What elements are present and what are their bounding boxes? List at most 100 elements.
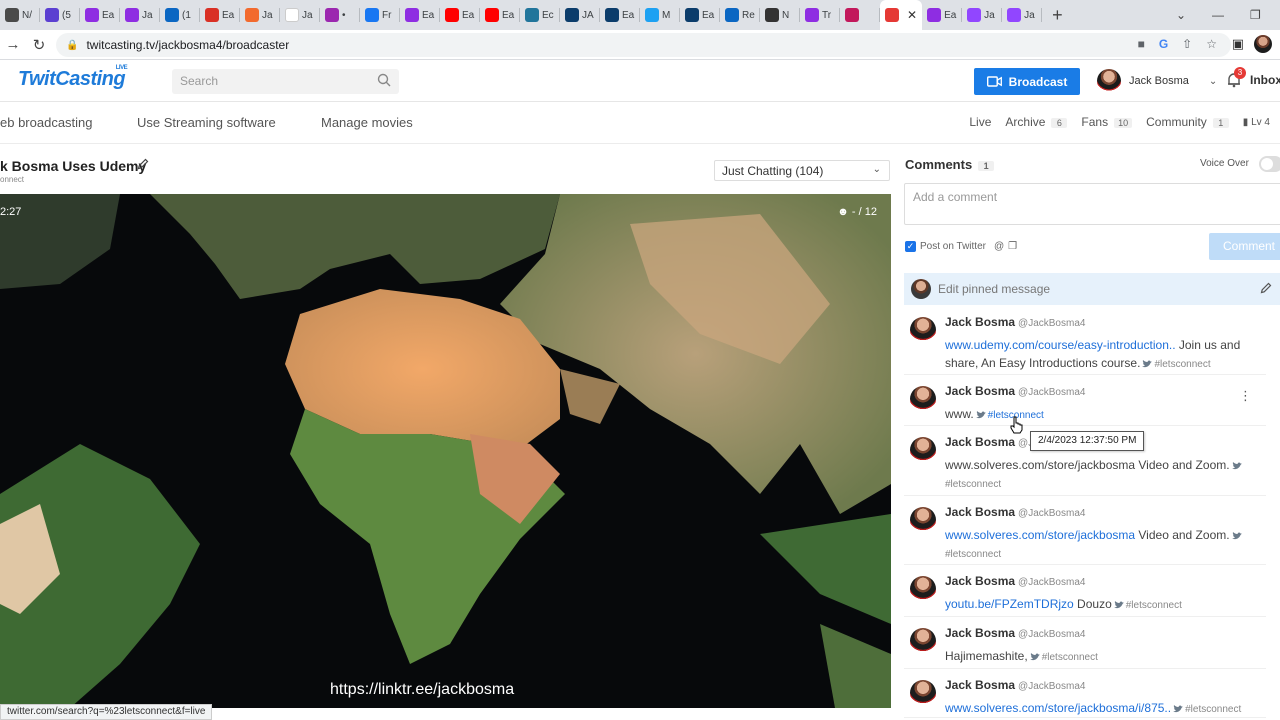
browser-tab[interactable]: Re: [720, 0, 760, 30]
search-icon[interactable]: [377, 73, 391, 87]
comment-hashtag[interactable]: #letsconnect: [945, 549, 1001, 560]
browser-tab[interactable]: Ea: [200, 0, 240, 30]
pinned-message-bar[interactable]: Edit pinned message: [904, 273, 1280, 305]
browser-tab[interactable]: (1: [160, 0, 200, 30]
profile-avatar[interactable]: [1254, 35, 1272, 53]
comment-avatar[interactable]: [910, 507, 936, 533]
comment-author[interactable]: Jack Bosma @JackBosma4: [945, 315, 1085, 329]
side-panel-icon[interactable]: ▣: [1232, 36, 1244, 52]
comment-input[interactable]: Add a comment: [904, 183, 1280, 225]
comment-avatar[interactable]: [910, 680, 936, 706]
browser-tab[interactable]: (5: [40, 0, 80, 30]
comment-avatar[interactable]: [910, 576, 936, 602]
inbox-link[interactable]: Inbox: [1250, 73, 1280, 87]
browser-tab[interactable]: Ea: [400, 0, 440, 30]
site-header: TwitCasting LIVE Search Broadcast Jack B…: [0, 60, 1280, 102]
browser-tab[interactable]: Ja: [1002, 0, 1043, 30]
voice-over-toggle[interactable]: [1259, 156, 1280, 172]
minimize-window-button[interactable]: —: [1212, 0, 1224, 30]
tab-label: •: [342, 9, 346, 21]
post-on-twitter-row[interactable]: ✓ Post on Twitter @ ❐: [905, 241, 1017, 252]
comment-avatar[interactable]: [910, 317, 936, 343]
browser-tab[interactable]: Ja: [962, 0, 1003, 30]
broadcast-button[interactable]: Broadcast: [974, 68, 1080, 95]
browser-tab[interactable]: •: [320, 0, 360, 30]
comment-avatar[interactable]: [910, 437, 936, 463]
video-overlay-url: https://linktr.ee/jackbosma: [330, 681, 515, 698]
browser-tab[interactable]: N: [760, 0, 800, 30]
browser-tab[interactable]: ✕: [880, 0, 923, 30]
browser-tab[interactable]: Ea: [480, 0, 520, 30]
comment-author[interactable]: Jack Bosma @Ja: [945, 435, 1039, 449]
reload-icon[interactable]: ↻: [26, 36, 52, 54]
browser-tab[interactable]: JA: [560, 0, 600, 30]
comment-hashtag[interactable]: #letsconnect: [945, 479, 1001, 490]
post-on-twitter-checkbox[interactable]: ✓: [905, 241, 916, 252]
comment-author[interactable]: Jack Bosma @JackBosma4: [945, 678, 1085, 692]
browser-tab[interactable]: M: [640, 0, 680, 30]
comment-author[interactable]: Jack Bosma @JackBosma4: [945, 626, 1085, 640]
tab-manage-movies[interactable]: Manage movies: [321, 115, 413, 130]
browser-tab[interactable]: Tr: [800, 0, 840, 30]
twitcasting-logo[interactable]: TwitCasting LIVE: [18, 65, 128, 91]
browser-tab[interactable]: N/: [0, 0, 40, 30]
search-input[interactable]: Search: [172, 69, 399, 94]
share-icon[interactable]: ⇧: [1182, 37, 1192, 51]
browser-tab[interactable]: Ea: [440, 0, 480, 30]
tab-label: JA: [582, 9, 594, 21]
comment-author[interactable]: Jack Bosma @JackBosma4: [945, 384, 1085, 398]
comment-hashtag[interactable]: #letsconnect: [1154, 359, 1210, 370]
comment-button[interactable]: Comment: [1209, 233, 1280, 260]
comment-hashtag[interactable]: #letsconnect: [1042, 652, 1098, 663]
comment-link[interactable]: youtu.be/FPZemTDRjzo: [945, 597, 1074, 611]
comment-link[interactable]: www.udemy.com/course/easy-introduction..: [945, 338, 1176, 352]
browser-tab[interactable]: Ea: [600, 0, 640, 30]
browser-tab[interactable]: Ja: [120, 0, 160, 30]
tab-archive[interactable]: Archive 6: [1005, 115, 1068, 129]
comment-hashtag[interactable]: #letsconnect: [1185, 704, 1241, 715]
tab-label: M: [662, 9, 671, 21]
comment-link[interactable]: www.solveres.com/store/jackbosma/i/875..: [945, 701, 1171, 715]
comment-link[interactable]: www.solveres.com/store/jackbosma: [945, 528, 1135, 542]
chevron-down-icon[interactable]: ⌄: [1209, 76, 1217, 87]
edit-pencil-icon[interactable]: [1260, 282, 1272, 294]
bookmark-star-icon[interactable]: ☆: [1206, 37, 1217, 51]
browser-tab[interactable]: Fr: [360, 0, 400, 30]
tab-search-chevron[interactable]: ⌄: [1176, 0, 1186, 30]
comment-avatar[interactable]: [910, 628, 936, 654]
user-menu[interactable]: Jack Bosma ⌄: [1097, 69, 1217, 93]
browser-tab[interactable]: Ea: [80, 0, 120, 30]
edit-pencil-icon[interactable]: [137, 158, 149, 170]
copy-icon[interactable]: ❐: [1008, 241, 1017, 252]
new-tab-button[interactable]: +: [1042, 5, 1073, 26]
browser-tab[interactable]: Ea: [680, 0, 720, 30]
browser-tab[interactable]: Ja: [240, 0, 280, 30]
category-select[interactable]: Just Chatting (104) ⌄: [714, 160, 890, 181]
tab-live[interactable]: Live: [969, 115, 991, 129]
browser-tab[interactable]: Ja: [280, 0, 320, 30]
tab-label: Ea: [222, 9, 235, 21]
browser-tab[interactable]: [840, 0, 880, 30]
close-tab-icon[interactable]: ✕: [907, 8, 917, 22]
comment-hashtag[interactable]: #letsconnect: [1126, 600, 1182, 611]
browser-tab[interactable]: Ec: [520, 0, 560, 30]
url-field[interactable]: 🔒 twitcasting.tv/jackbosma4/broadcaster …: [56, 33, 1231, 57]
tab-fans[interactable]: Fans 10: [1081, 115, 1133, 129]
camera-icon[interactable]: ■: [1138, 37, 1145, 51]
tab-web-broadcasting[interactable]: eb broadcasting: [0, 115, 93, 130]
at-icon[interactable]: @: [994, 241, 1004, 252]
google-icon[interactable]: G: [1159, 37, 1168, 51]
viewer-count: ☻ - / 12: [837, 206, 877, 218]
person-icon: ☻: [837, 206, 849, 218]
comment-author[interactable]: Jack Bosma @JackBosma4: [945, 574, 1085, 588]
comment-avatar[interactable]: [910, 386, 936, 412]
tab-community[interactable]: Community 1: [1146, 115, 1229, 129]
back-arrow-icon[interactable]: →: [0, 36, 26, 53]
tab-streaming-software[interactable]: Use Streaming software: [137, 115, 276, 130]
logo-text: TwitCasting: [18, 68, 126, 90]
restore-window-button[interactable]: ❐: [1250, 0, 1261, 30]
video-player[interactable]: 2:27 ☻ - / 12 https://linktr.ee/jackbosm…: [0, 194, 891, 708]
comment-author[interactable]: Jack Bosma @JackBosma4: [945, 505, 1085, 519]
more-options-icon[interactable]: ⋮: [1239, 388, 1252, 404]
browser-tab[interactable]: Ea: [922, 0, 963, 30]
